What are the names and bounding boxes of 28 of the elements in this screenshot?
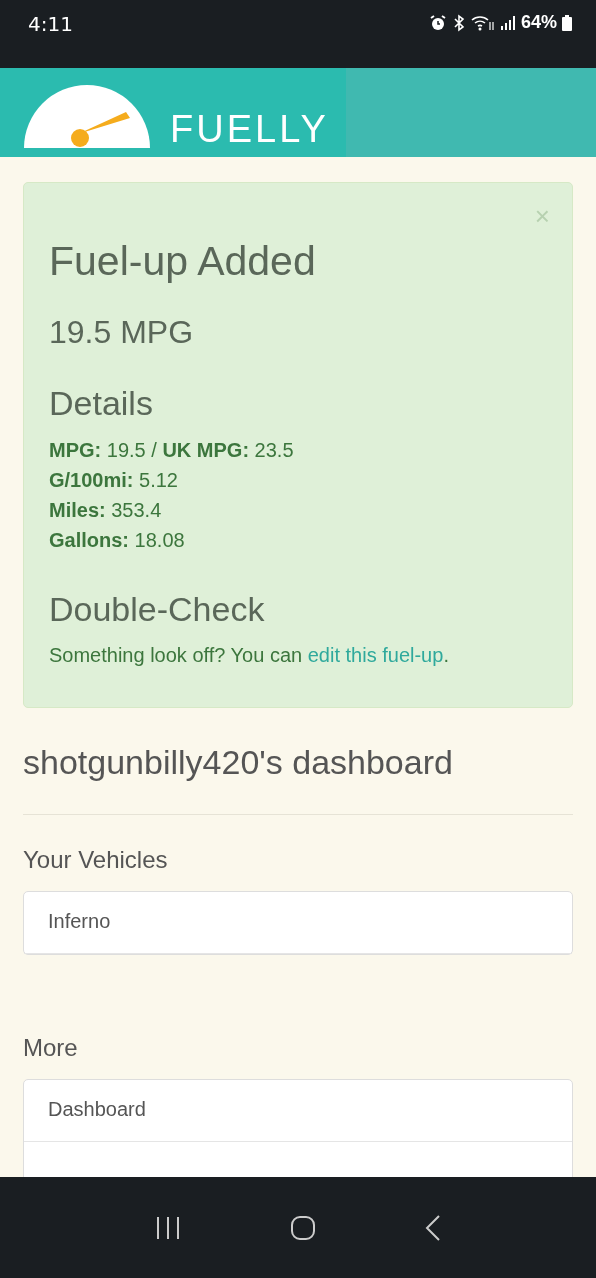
recent-apps-icon[interactable] xyxy=(154,1215,181,1240)
battery-icon xyxy=(562,14,572,31)
dashboard-title: shotgunbilly420's dashboard xyxy=(23,742,454,782)
alert-title: Fuel-up Added xyxy=(49,237,317,285)
edit-fuel-up-link[interactable]: edit this fuel-up xyxy=(307,644,444,666)
section-heading: Your Vehicles xyxy=(23,845,169,875)
alarm-icon xyxy=(428,13,447,32)
logo[interactable]: FUELLY xyxy=(22,82,329,148)
details-heading: Details xyxy=(49,383,154,423)
stat-line: MPG: 19.5 / UK MPG: 23.5 xyxy=(49,438,295,463)
logo-text: FUELLY xyxy=(170,110,329,148)
double-check-heading: Double-Check xyxy=(49,589,266,629)
stat-line: Miles: 353.4 xyxy=(49,498,163,523)
bluetooth-icon xyxy=(451,13,466,32)
double-check-text: Something look off? You can edit this fuel-up. xyxy=(49,643,450,668)
back-icon[interactable] xyxy=(425,1214,442,1241)
close-button[interactable]: × xyxy=(534,203,550,229)
stat-line: G/100mi: 5.12 xyxy=(49,468,179,493)
stat-line: Gallons: 18.08 xyxy=(49,528,186,553)
mpg-value: 19.5 MPG xyxy=(49,313,195,351)
gauge-icon xyxy=(22,82,152,148)
home-icon[interactable] xyxy=(290,1214,316,1241)
battery-percent: 64% xyxy=(520,12,557,33)
wifi-icon xyxy=(470,13,495,32)
signal-icon xyxy=(499,14,516,31)
section-heading: More xyxy=(23,1033,79,1063)
status-time: 4:11 xyxy=(28,12,73,36)
vehicle-item[interactable]: Inferno xyxy=(24,892,572,954)
